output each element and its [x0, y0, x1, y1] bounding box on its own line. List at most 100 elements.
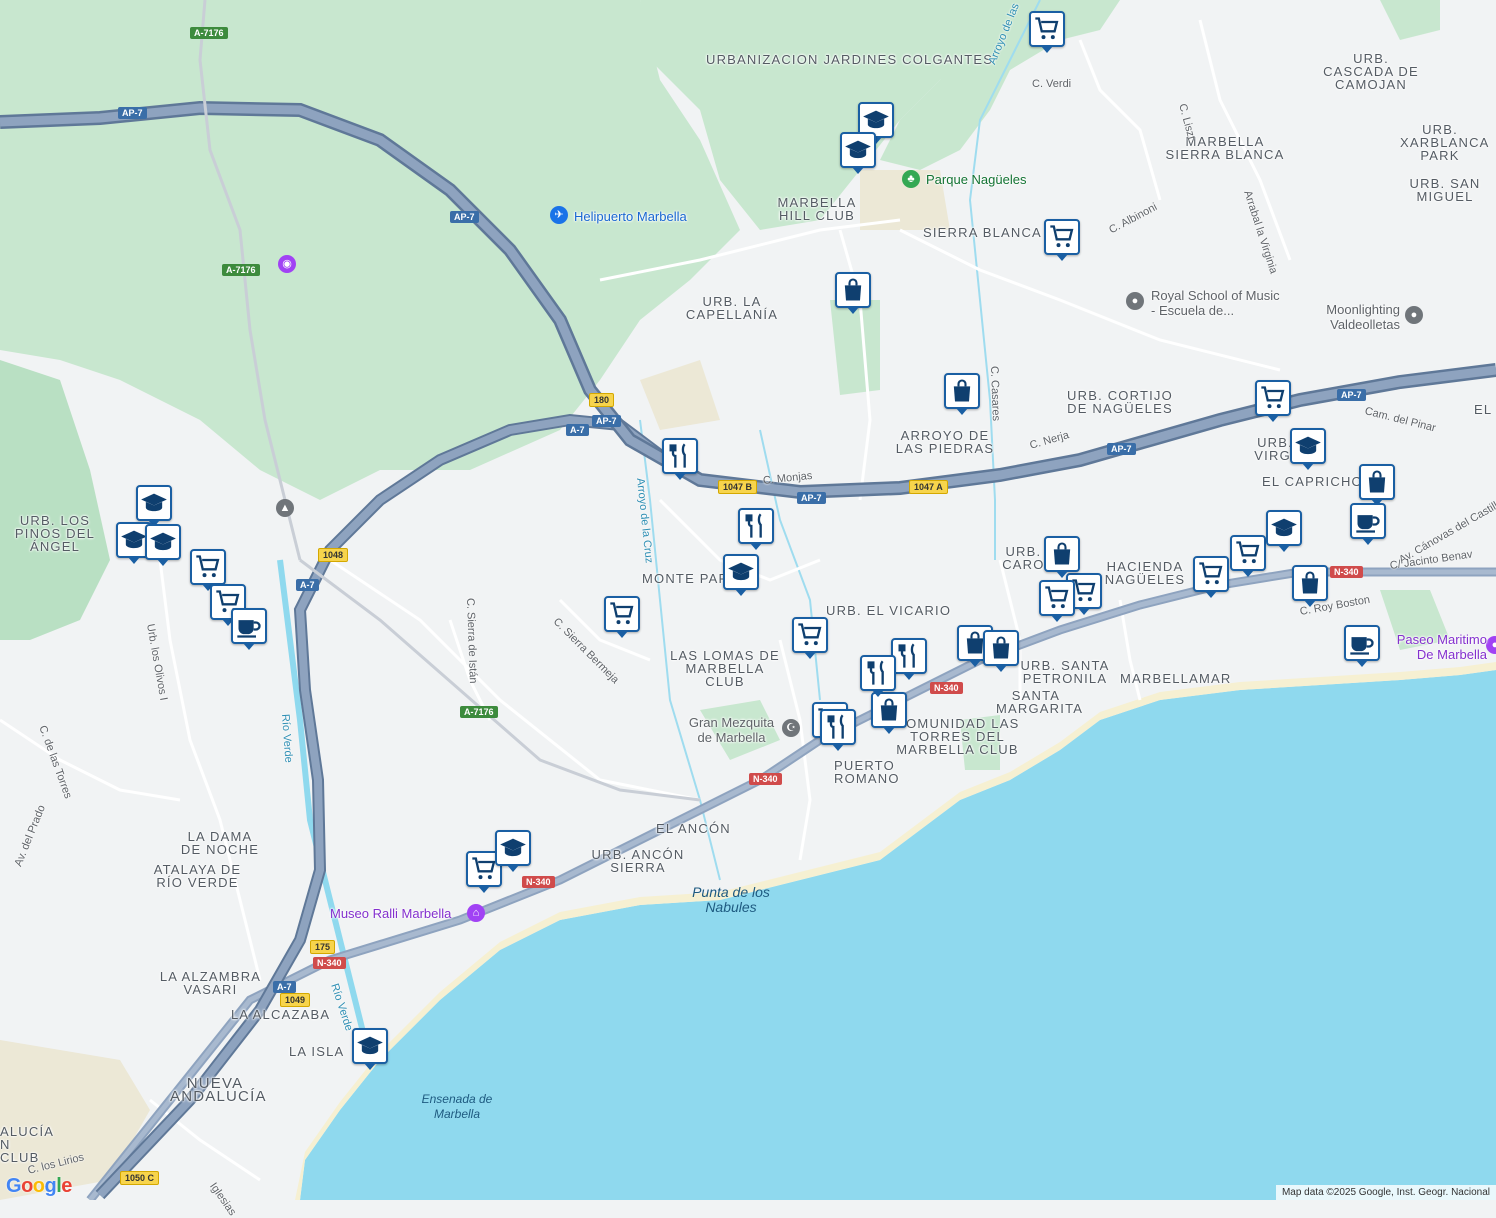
supermarket-marker[interactable]	[1044, 219, 1080, 261]
place-label: URB. SANTA PETRONILA	[1020, 658, 1110, 686]
poi-label[interactable]: Moonlighting Valdeolletas	[1320, 302, 1400, 332]
highway-shield: A-7	[296, 579, 319, 591]
poi-label[interactable]: Museo Ralli Marbella	[330, 906, 451, 921]
place-label: LA ISLA	[289, 1044, 345, 1059]
place-label: LA ALCAZABA	[231, 1007, 331, 1022]
place-label: NUEVA ANDALUCÍA	[170, 1075, 267, 1105]
school-marker[interactable]	[136, 485, 172, 527]
street-label: C. Casares	[988, 365, 1002, 422]
shopping-bag-icon	[880, 698, 898, 721]
restaurant-marker[interactable]	[738, 508, 774, 550]
cafe-marker[interactable]	[1350, 503, 1386, 545]
restaurant-marker[interactable]	[662, 438, 698, 480]
park-icon[interactable]: ♣	[902, 170, 920, 188]
poi-label[interactable]: Gran Mezquita de Marbella	[684, 715, 779, 745]
school-marker[interactable]	[352, 1028, 388, 1070]
street-label: C. Verdi	[1032, 78, 1072, 90]
school-marker[interactable]	[495, 830, 531, 872]
shopping-marker[interactable]	[944, 373, 980, 415]
shopping-marker[interactable]	[835, 272, 871, 314]
place-label: MONTE PAR	[642, 571, 730, 586]
poi-label[interactable]: Paseo Maritimo De Marbella	[1387, 632, 1487, 662]
place-label: HACIENDA NAGÜELES	[1104, 559, 1186, 587]
place-label: EL	[1474, 402, 1493, 417]
highway-shield: N-340	[749, 773, 782, 785]
museum-icon[interactable]: ⌂	[467, 904, 485, 922]
cart-icon	[1236, 541, 1260, 564]
school-marker[interactable]	[145, 524, 181, 566]
shopping-marker[interactable]	[1044, 536, 1080, 578]
restaurant-marker[interactable]	[820, 709, 856, 751]
place-label: PUERTO ROMANO	[834, 758, 900, 786]
place-label: ALUCÍA N CLUB	[0, 1124, 54, 1165]
cart-icon	[472, 857, 496, 880]
fork-knife-icon	[898, 643, 915, 668]
shopping-marker[interactable]	[871, 692, 907, 734]
highway-shield: N-340	[313, 957, 346, 969]
fork-knife-icon	[867, 660, 884, 685]
restaurant-marker[interactable]	[891, 638, 927, 680]
cart-icon	[1261, 386, 1285, 409]
cafe-marker[interactable]	[231, 608, 267, 650]
cafe-marker[interactable]	[1344, 625, 1380, 667]
highway-shield: A-7	[566, 424, 589, 436]
highway-shield: AP-7	[592, 415, 621, 427]
highway-shield: 175	[310, 940, 336, 954]
place-of-interest-icon[interactable]: ●	[1405, 306, 1423, 324]
shopping-bag-icon	[992, 636, 1010, 659]
mosque-icon[interactable]: ☪	[782, 719, 800, 737]
school-icon[interactable]: ▲	[276, 499, 294, 517]
supermarket-marker[interactable]	[1255, 380, 1291, 422]
highway-shield: AP-7	[797, 492, 826, 504]
shopping-bag-icon	[1368, 470, 1386, 493]
poi-label[interactable]: Parque Nagüeles	[926, 172, 1026, 187]
supermarket-marker[interactable]	[1039, 580, 1075, 622]
place-of-interest-icon[interactable]: ●	[1126, 292, 1144, 310]
graduation-cap-icon	[357, 1036, 383, 1055]
map-attribution[interactable]: Map data ©2025 Google, Inst. Geogr. Naci…	[1275, 1185, 1496, 1200]
poi-label[interactable]: Helipuerto Marbella	[574, 209, 687, 224]
place-label: LA DAMA DE NOCHE	[180, 829, 260, 857]
school-marker[interactable]	[723, 554, 759, 596]
graduation-cap-icon	[1271, 518, 1297, 537]
cart-icon	[1045, 586, 1069, 609]
graduation-cap-icon	[728, 562, 754, 581]
place-label: ATALAYA DE RÍO VERDE	[153, 862, 242, 890]
highway-shield: 1050 C	[120, 1171, 160, 1185]
shopping-marker[interactable]	[1359, 464, 1395, 506]
supermarket-marker[interactable]	[1029, 11, 1065, 53]
camera-icon[interactable]: ◉	[278, 255, 296, 273]
place-label: URB. CORTIJO DE NAGÜELES	[1067, 388, 1173, 416]
coffee-cup-icon	[1356, 515, 1380, 533]
place-label: MARBELLAMAR	[1120, 671, 1232, 686]
place-label: URB. EL VICARIO	[826, 603, 952, 618]
place-label: COMUNIDAD LAS TORRES DEL MARBELLA CLUB	[895, 716, 1020, 757]
fork-knife-icon	[669, 443, 686, 468]
cart-icon	[798, 623, 822, 646]
school-marker[interactable]	[1290, 428, 1326, 470]
highway-shield: A-7176	[222, 264, 260, 276]
shopping-marker[interactable]	[983, 630, 1019, 672]
place-label: EL CAPRICHO	[1262, 474, 1363, 489]
airplane-icon[interactable]: ✈	[550, 206, 568, 224]
school-marker[interactable]	[840, 132, 876, 174]
supermarket-marker[interactable]	[1193, 556, 1229, 598]
highway-shield: 1048	[318, 548, 349, 562]
supermarket-marker[interactable]	[604, 596, 640, 638]
supermarket-marker[interactable]	[792, 617, 828, 659]
coffee-cup-icon	[237, 620, 261, 638]
graduation-cap-icon	[845, 140, 871, 159]
supermarket-marker[interactable]	[1230, 535, 1266, 577]
highway-shield: N-340	[1330, 566, 1363, 578]
supermarket-marker[interactable]	[190, 549, 226, 591]
shopping-marker[interactable]	[1292, 565, 1328, 607]
poi-label[interactable]: Royal School of Music - Escuela de...	[1151, 288, 1281, 318]
highway-shield: 1049	[280, 993, 311, 1007]
map-canvas[interactable]: URBANIZACION JARDINES COLGANTES URB. CAS…	[0, 0, 1496, 1218]
coffee-cup-icon	[1350, 637, 1374, 655]
school-marker[interactable]	[1266, 510, 1302, 552]
place-label: SIERRA BLANCA	[923, 225, 1042, 240]
place-label: LAS LOMAS DE MARBELLA CLUB	[670, 648, 780, 689]
place-label: URB. SAN MIGUEL	[1409, 176, 1481, 204]
restaurant-marker[interactable]	[860, 655, 896, 697]
